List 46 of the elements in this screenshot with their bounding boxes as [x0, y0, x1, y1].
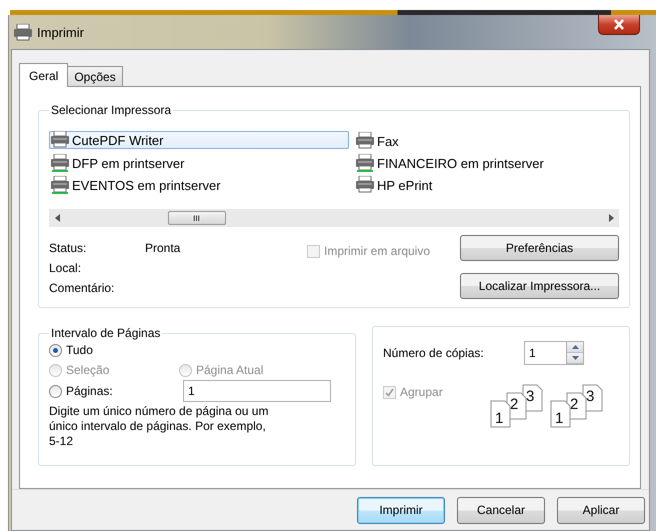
spin-up-button[interactable] — [567, 342, 583, 353]
printer-item[interactable]: CutePDF Writer — [49, 131, 349, 149]
scroll-left-icon[interactable] — [54, 214, 60, 222]
printer-icon — [50, 154, 70, 172]
printer-item[interactable]: HP ePrint — [354, 175, 436, 195]
close-button[interactable] — [598, 15, 640, 35]
radio-option[interactable]: Tudo — [49, 340, 93, 360]
dialog-button[interactable]: Localizar Impressora... — [460, 273, 619, 299]
printer-icon — [355, 132, 375, 150]
dialog-button[interactable]: Imprimir — [357, 496, 445, 524]
close-icon — [613, 19, 625, 30]
tab[interactable]: Geral — [19, 63, 68, 87]
collate-pages-drawing: 1 2 3 — [487, 383, 545, 429]
status-value: Pronta — [145, 241, 180, 255]
printer-icon — [355, 176, 375, 194]
radio-option[interactable]: Páginas: — [49, 381, 179, 401]
printer-icon — [13, 24, 33, 40]
field-label: Status: — [49, 241, 88, 255]
field-label: Comentário: — [49, 281, 116, 295]
tab[interactable]: Opções — [67, 66, 123, 86]
dialog-button[interactable]: Aplicar — [557, 496, 645, 524]
group-title: Intervalo de Páginas — [50, 326, 162, 340]
caret-down-icon — [572, 356, 578, 360]
check-icon — [385, 388, 394, 396]
group-title: Selecionar Impressora — [50, 103, 172, 117]
printer-icon — [50, 176, 70, 194]
scroll-right-icon[interactable] — [608, 214, 614, 222]
printer-item[interactable]: FINANCEIRO em printserver — [354, 153, 547, 173]
printer-icon — [50, 131, 70, 149]
caret-up-icon — [572, 345, 578, 349]
printer-item[interactable]: EVENTOS em printserver — [49, 175, 224, 195]
field-label: Local: — [49, 261, 82, 275]
scroll-thumb[interactable]: III — [168, 211, 226, 225]
dialog-button[interactable]: Preferências — [460, 235, 619, 261]
window-title: Imprimir — [37, 24, 84, 40]
printer-icon — [355, 154, 375, 172]
dialog-button[interactable]: Cancelar — [457, 496, 545, 524]
copies-field[interactable]: 1 — [524, 341, 566, 365]
printer-item[interactable]: DFP em printserver — [49, 153, 188, 173]
field-label: Número de cópias: — [383, 346, 485, 360]
printer-item[interactable]: Fax — [354, 131, 402, 151]
scrollbar[interactable]: III — [49, 209, 619, 227]
spin-down-button[interactable] — [567, 353, 583, 364]
collate-pages-drawing: 1 2 3 — [547, 383, 605, 429]
hint-text: Digite um único número de página ou um único intervalo de páginas. Por exemplo, 5-12 — [49, 404, 270, 449]
pages-field[interactable]: 1 — [183, 380, 331, 402]
